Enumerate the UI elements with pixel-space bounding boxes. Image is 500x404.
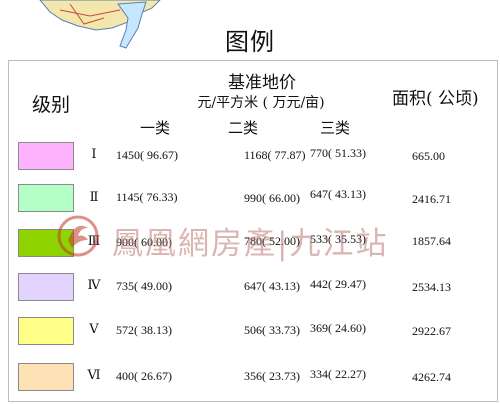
level-6-label: Ⅵ: [87, 368, 101, 383]
level-2-class-3-price: 647( 43.13): [310, 187, 366, 201]
level-6-class-1-price: 400( 26.67): [116, 369, 172, 383]
level-header: 级别: [32, 94, 71, 116]
level-3-class-2-price: 780( 52.00): [244, 234, 300, 248]
category-1-header: 一类: [140, 119, 171, 137]
level-1-class-1-price: 1450( 96.67): [116, 148, 178, 162]
level-5-class-1-price: 572( 38.13): [116, 323, 172, 337]
level-3-swatch: [18, 229, 74, 257]
level-5-swatch: [18, 317, 74, 345]
level-5-area: 2922.67: [412, 324, 451, 338]
level-1-label: Ⅰ: [91, 147, 97, 162]
level-2-label: Ⅱ: [89, 190, 99, 205]
level-2-area: 2416.71: [412, 192, 451, 206]
level-2-class-2-price: 990( 66.00): [244, 191, 300, 205]
area-header: 面积( 公顷): [392, 89, 479, 109]
level-6-class-2-price: 356( 23.73): [244, 369, 300, 383]
level-6-swatch: [18, 363, 74, 391]
level-4-class-2-price: 647( 43.13): [244, 279, 300, 293]
level-5-class-3-price: 369( 24.60): [310, 321, 366, 335]
level-2-swatch: [18, 184, 74, 212]
level-3-area: 1857.64: [412, 234, 451, 248]
price-header: 基准地价: [228, 73, 296, 93]
level-5-class-2-price: 506( 33.73): [244, 323, 300, 337]
level-4-class-3-price: 442( 29.47): [310, 277, 366, 291]
level-4-label: Ⅳ: [87, 278, 101, 293]
legend-title: 图例: [225, 28, 275, 56]
level-3-class-3-price: 533( 35.53): [310, 232, 366, 246]
level-3-class-1-price: 900( 60.00): [116, 235, 172, 249]
level-3-label: Ⅲ: [87, 234, 101, 249]
level-4-swatch: [18, 273, 74, 301]
level-6-area: 4262.74: [412, 370, 451, 384]
level-1-area: 665.00: [412, 149, 445, 163]
level-1-swatch: [18, 142, 74, 170]
level-1-class-2-price: 1168( 77.87): [244, 148, 306, 162]
level-5-label: Ⅴ: [89, 322, 99, 337]
level-2-class-1-price: 1145( 76.33): [116, 190, 178, 204]
category-3-header: 三类: [320, 119, 351, 137]
price-unit-header: 元/平方米 ( 万元/亩): [197, 95, 325, 111]
level-1-class-3-price: 770( 51.33): [310, 146, 366, 160]
level-4-area: 2534.13: [412, 280, 451, 294]
level-6-class-3-price: 334( 22.27): [310, 367, 366, 381]
category-2-header: 二类: [228, 119, 259, 137]
level-4-class-1-price: 735( 49.00): [116, 279, 172, 293]
